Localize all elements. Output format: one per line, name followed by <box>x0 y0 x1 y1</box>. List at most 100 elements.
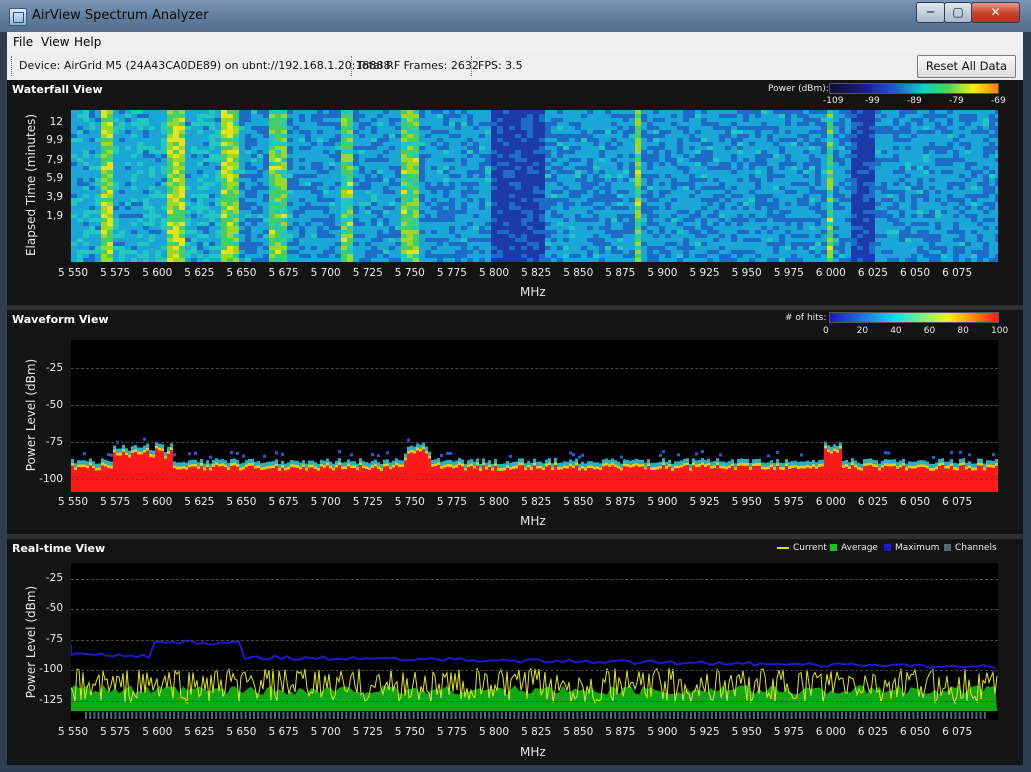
heatmap-cell <box>491 202 497 206</box>
heatmap-cell <box>299 226 305 230</box>
heatmap-cell <box>839 158 845 162</box>
heatmap-cell <box>485 162 491 166</box>
heatmap-cell <box>833 230 839 234</box>
heatmap-cell <box>719 122 725 126</box>
heatmap-cell <box>581 150 587 154</box>
heatmap-cell <box>323 162 329 166</box>
heatmap-cell <box>107 154 113 158</box>
heatmap-cell <box>239 246 245 250</box>
heatmap-cell <box>113 246 119 250</box>
minimize-button[interactable]: ─ <box>916 2 945 23</box>
heatmap-cell <box>665 242 671 246</box>
heatmap-cell <box>509 134 515 138</box>
heatmap-cell <box>689 234 695 238</box>
heatmap-cell <box>389 122 395 126</box>
reset-all-data-button[interactable]: Reset All Data <box>917 55 1016 78</box>
heatmap-cell <box>317 146 323 150</box>
heatmap-cell <box>671 254 677 258</box>
heatmap-cell <box>293 254 299 258</box>
heatmap-cell <box>107 162 113 166</box>
heatmap-cell <box>335 258 341 262</box>
heatmap-cell <box>635 146 641 150</box>
heatmap-cell <box>413 234 419 238</box>
heatmap-cell <box>509 118 515 122</box>
heatmap-cell <box>689 178 695 182</box>
heatmap-cell <box>737 198 743 202</box>
heatmap-cell <box>167 142 173 146</box>
heatmap-cell <box>515 182 521 186</box>
heatmap-cell <box>173 186 179 190</box>
waterfall-plot[interactable] <box>71 110 998 262</box>
heatmap-cell <box>185 146 191 150</box>
heatmap-cell <box>401 198 407 202</box>
heatmap-cell <box>731 218 737 222</box>
menu-view[interactable]: View <box>41 35 69 49</box>
heatmap-cell <box>779 246 785 250</box>
heatmap-cell <box>503 146 509 150</box>
menu-file[interactable]: File <box>13 35 33 49</box>
heatmap-cell <box>527 246 533 250</box>
heatmap-cell <box>329 154 335 158</box>
heatmap-cell <box>503 118 509 122</box>
heatmap-cell <box>335 130 341 134</box>
heatmap-cell <box>497 134 503 138</box>
heatmap-cell <box>383 246 389 250</box>
heatmap-cell <box>845 110 851 114</box>
heatmap-cell <box>233 122 239 126</box>
heatmap-cell <box>443 246 449 250</box>
heatmap-cell <box>233 258 239 262</box>
menu-help[interactable]: Help <box>74 35 101 49</box>
heatmap-cell <box>329 182 335 186</box>
heatmap-cell <box>719 254 725 258</box>
heatmap-cell <box>701 206 707 210</box>
heatmap-cell <box>311 218 317 222</box>
heatmap-cell <box>395 134 401 138</box>
heatmap-cell <box>197 158 203 162</box>
heatmap-cell <box>305 174 311 178</box>
heatmap-cell <box>365 170 371 174</box>
heatmap-cell <box>365 122 371 126</box>
heatmap-cell <box>617 130 623 134</box>
heatmap-cell <box>329 242 335 246</box>
heatmap-cell <box>401 246 407 250</box>
heatmap-cell <box>125 222 131 226</box>
heatmap-cell <box>269 202 275 206</box>
close-button[interactable]: ✕ <box>971 2 1020 23</box>
heatmap-cell <box>167 158 173 162</box>
heatmap-cell <box>413 182 419 186</box>
heatmap-cell <box>113 230 119 234</box>
heatmap-cell <box>821 130 827 134</box>
heatmap-cell <box>683 146 689 150</box>
heatmap-cell <box>461 214 467 218</box>
heatmap-cell <box>227 114 233 118</box>
heatmap-cell <box>437 118 443 122</box>
heatmap-cell <box>689 170 695 174</box>
heatmap-cell <box>371 158 377 162</box>
heatmap-cell <box>125 134 131 138</box>
heatmap-cell <box>485 166 491 170</box>
heatmap-cell <box>449 142 455 146</box>
maximize-button[interactable]: ▢ <box>944 2 972 23</box>
heatmap-cell <box>251 186 257 190</box>
heatmap-cell <box>335 162 341 166</box>
heatmap-cell <box>137 190 143 194</box>
heatmap-cell <box>293 178 299 182</box>
heatmap-cell <box>641 114 647 118</box>
heatmap-cell <box>167 234 173 238</box>
heatmap-cell <box>311 126 317 130</box>
heatmap-cell <box>677 134 683 138</box>
heatmap-cell <box>101 258 107 262</box>
heatmap-cell <box>647 218 653 222</box>
heatmap-cell <box>467 166 473 170</box>
heatmap-cell <box>509 166 515 170</box>
heatmap-cell <box>713 182 719 186</box>
heatmap-cell <box>125 170 131 174</box>
heatmap-cell <box>629 138 635 142</box>
heatmap-cell <box>137 130 143 134</box>
heatmap-cell <box>377 138 383 142</box>
heatmap-cell <box>653 250 659 254</box>
heatmap-cell <box>527 198 533 202</box>
title-bar[interactable]: AirView Spectrum Analyzer ─ ▢ ✕ <box>0 0 1031 32</box>
heatmap-cell <box>131 110 137 114</box>
heatmap-cell <box>215 202 221 206</box>
